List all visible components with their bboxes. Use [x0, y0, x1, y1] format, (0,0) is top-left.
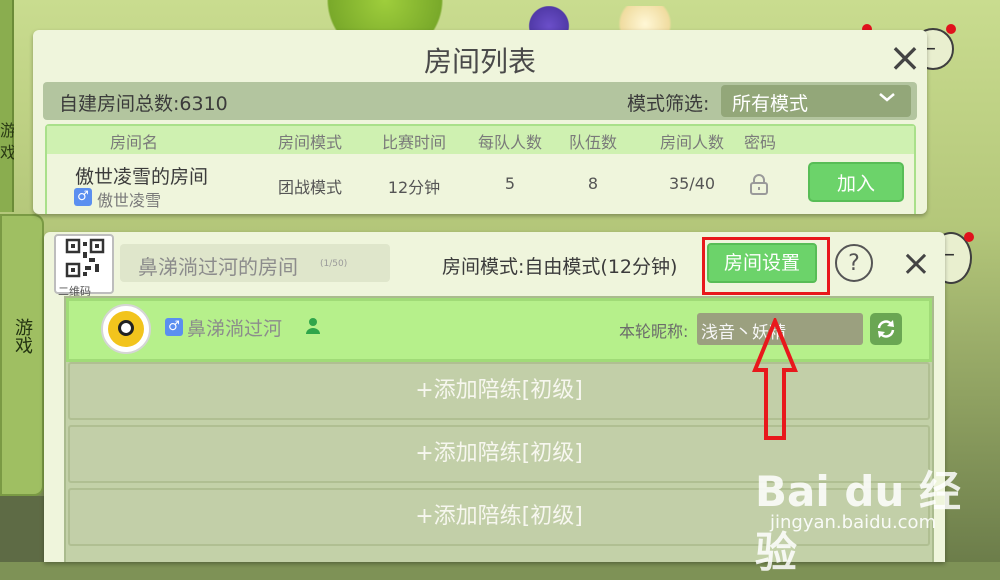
col-match-time: 比赛时间 [381, 133, 446, 152]
match-time: 12分钟 [387, 178, 441, 197]
room-owner: 傲世凌雪 [97, 191, 162, 210]
lock-icon [749, 174, 769, 201]
side-tab-top[interactable] [0, 0, 14, 212]
player-name: 鼻涕淌过河 [187, 318, 283, 340]
notification-dot [964, 232, 974, 242]
refresh-nickname-button[interactable] [870, 313, 902, 345]
avatar-eye [118, 320, 134, 336]
team-count: 8 [587, 174, 599, 193]
close-icon[interactable]: × [896, 244, 936, 284]
room-mode-label: 房间模式:自由模式(12分钟) [442, 256, 678, 278]
room-player-count: (1/50) [320, 259, 348, 269]
room-list-title: 房间列表 [423, 45, 536, 78]
col-team-count: 队伍数 [568, 133, 617, 152]
refresh-icon [877, 320, 895, 338]
add-bot-slot[interactable]: +添加陪练[初级] [68, 362, 930, 420]
side-tab-game-label: 游戏 [12, 318, 33, 354]
room-table-header: 房间名 房间模式 比赛时间 每队人数 队伍数 房间人数 密码 [47, 126, 914, 154]
room-players: 35/40 [668, 174, 716, 193]
person-icon [305, 317, 321, 340]
col-per-team: 每队人数 [477, 133, 542, 152]
avatar-image [108, 311, 144, 347]
room-list-panel: 房间列表 × 自建房间总数:6310 模式筛选: 所有模式 房间名 房间模式 比… [33, 30, 927, 214]
col-room-players: 房间人数 [659, 133, 724, 152]
room-mode: 团战模式 [277, 178, 342, 197]
nickname-label: 本轮昵称: [619, 322, 689, 341]
room-total-count: 自建房间总数:6310 [59, 93, 228, 115]
mode-filter-value: 所有模式 [732, 93, 809, 115]
help-button[interactable]: ? [835, 244, 873, 282]
notification-dot [946, 24, 956, 34]
watermark-url: jingyan.baidu.com [770, 512, 937, 533]
male-icon: ♂ [74, 188, 92, 206]
minus-icon: – [944, 242, 955, 267]
room-list-toolbar: 自建房间总数:6310 模式筛选: 所有模式 [43, 82, 917, 120]
side-tab-top-label: 游戏 [0, 121, 14, 162]
col-room-mode: 房间模式 [277, 133, 342, 152]
join-button[interactable]: 加入 [808, 162, 904, 202]
mode-filter-select[interactable]: 所有模式 [721, 85, 911, 117]
male-icon: ♂ [165, 318, 183, 336]
col-password: 密码 [743, 133, 776, 152]
per-team: 5 [504, 174, 516, 193]
avatar [101, 304, 151, 354]
room-name: 鼻涕淌过河的房间 [138, 255, 298, 279]
highlight-box [702, 237, 830, 295]
room-name-field: 鼻涕淌过河的房间 (1/50) [120, 244, 390, 282]
qr-code-button[interactable]: 二维码 [54, 234, 114, 298]
mode-filter-label: 模式筛选: [627, 93, 710, 115]
annotation-arrow-icon [752, 318, 798, 440]
player-slot[interactable]: ♂ 鼻涕淌过河 本轮昵称: 浅音丶妖精 [66, 298, 932, 362]
close-icon[interactable]: × [885, 38, 925, 78]
qr-code-icon [65, 238, 105, 278]
side-tab-game[interactable] [0, 214, 44, 496]
room-table: 房间名 房间模式 比赛时间 每队人数 队伍数 房间人数 密码 傲世凌雪的房间 ♂… [45, 124, 916, 214]
room-name: 傲世凌雪的房间 [75, 166, 209, 188]
side-tab-lower[interactable] [0, 496, 44, 562]
col-room-name: 房间名 [109, 133, 158, 152]
chevron-down-icon [877, 87, 897, 112]
